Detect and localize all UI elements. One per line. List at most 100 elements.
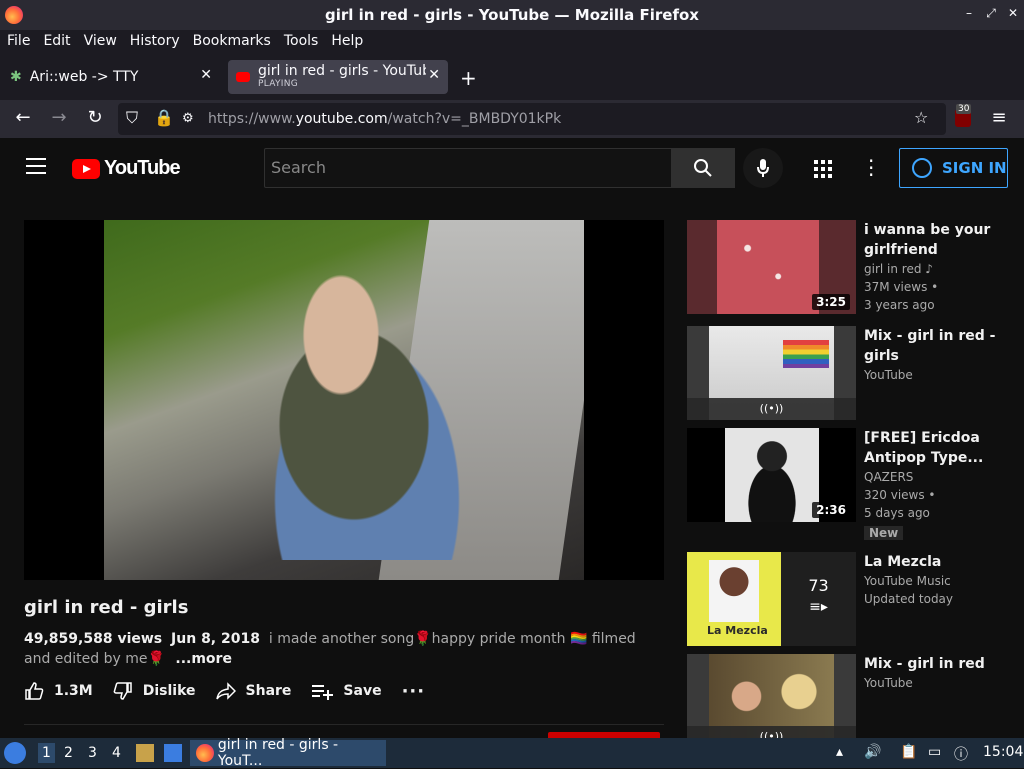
app-menu-icon[interactable]: ≡ <box>988 108 1010 128</box>
notification-icon[interactable]: ⓘ <box>954 744 968 764</box>
recommendation-item[interactable]: ((•)) Mix - girl in red - girls YouTube <box>687 326 1017 422</box>
show-more-link[interactable]: ...more <box>175 651 232 667</box>
lock-icon[interactable]: 🔒 <box>154 108 174 127</box>
reload-icon[interactable]: ↻ <box>84 108 106 128</box>
menu-view[interactable]: View <box>84 33 117 49</box>
playlist-thumbnail[interactable]: La Mezcla 73 ≡▸ <box>687 552 856 646</box>
menu-bookmarks[interactable]: Bookmarks <box>193 33 271 49</box>
video-duration: 2:36 <box>812 502 850 518</box>
video-duration: 3:25 <box>812 294 850 310</box>
channel-row <box>24 724 664 742</box>
tab-label: Ari::web -> TTY <box>29 69 139 85</box>
close-tab-icon[interactable]: ✕ <box>428 67 440 83</box>
menu-edit[interactable]: Edit <box>43 33 70 49</box>
share-icon <box>215 682 236 700</box>
shield-icon[interactable]: ⛉ <box>126 108 138 128</box>
firefox-logo-icon <box>196 744 214 762</box>
thumbs-up-icon <box>25 682 44 700</box>
more-actions-icon[interactable]: ··· <box>402 681 426 702</box>
show-desktop-icon[interactable] <box>164 744 182 762</box>
recommendation-item[interactable]: La Mezcla 73 ≡▸ La Mezcla YouTube Music … <box>687 552 1017 648</box>
close-tab-icon[interactable]: ✕ <box>200 67 212 83</box>
share-button[interactable]: Share <box>215 681 291 701</box>
minimize-icon[interactable]: – <box>962 6 976 20</box>
search-input[interactable]: Search <box>264 148 672 188</box>
channel-name[interactable]: girl in red <box>864 262 921 276</box>
permissions-icon[interactable]: ⚙ <box>182 111 194 126</box>
mix-radio-icon: ((•)) <box>687 398 856 420</box>
url-text[interactable]: https://www.youtube.com/watch?v=_BMBDY01… <box>208 111 561 127</box>
tab-label: girl in red - girls - YouTube <box>258 64 426 79</box>
save-button[interactable]: Save <box>311 681 382 701</box>
voice-search-button[interactable] <box>743 148 783 188</box>
music-note-icon: ♪ <box>925 262 933 276</box>
forward-icon[interactable]: → <box>48 108 70 128</box>
tab-youtube[interactable]: girl in red - girls - YouTube PLAYING ✕ <box>228 60 448 94</box>
close-window-icon[interactable]: ✕ <box>1006 6 1020 20</box>
video-player[interactable] <box>24 220 664 580</box>
video-frame[interactable] <box>104 220 584 580</box>
window-titlebar: girl in red - girls - YouTube — Mozilla … <box>0 0 1024 30</box>
video-thumbnail[interactable]: 2:36 <box>687 428 856 522</box>
clipboard-icon[interactable]: 📋 <box>900 744 917 760</box>
tray-updown-icon[interactable]: ▴ <box>836 744 843 760</box>
playlist-add-icon <box>312 685 334 700</box>
video-title[interactable]: Mix - girl in red - girls <box>864 326 1014 366</box>
system-taskbar: 1 2 3 4 girl in red - girls - YouT... ▴ … <box>0 737 1024 769</box>
navigation-bar: ← → ↻ ⛉ 🔒 ⚙ https://www.youtube.com/watc… <box>0 100 1024 138</box>
menu-file[interactable]: File <box>7 33 30 49</box>
upload-date: Jun 8, 2018 <box>171 631 260 647</box>
new-tab-icon[interactable]: + <box>460 66 477 90</box>
menu-history[interactable]: History <box>130 33 180 49</box>
video-title[interactable]: Mix - girl in red <box>864 654 1014 674</box>
apps-grid-icon[interactable] <box>814 160 832 178</box>
maximize-icon[interactable]: ⤢ <box>984 6 998 21</box>
workspace-4[interactable]: 4 <box>112 745 121 761</box>
bookmark-star-icon[interactable]: ☆ <box>914 108 928 127</box>
channel-name[interactable]: QAZERS <box>864 468 1014 486</box>
start-menu-icon[interactable] <box>4 742 26 764</box>
taskbar-firefox-task[interactable]: girl in red - girls - YouT... <box>190 737 386 769</box>
search-button[interactable] <box>671 148 735 188</box>
view-count: 49,859,588 views <box>24 631 163 647</box>
menu-help[interactable]: Help <box>331 33 363 49</box>
puzzle-icon: ✱ <box>10 69 22 85</box>
menu-bar: File Edit View History Bookmarks Tools H… <box>0 30 1024 52</box>
workspace-2[interactable]: 2 <box>64 745 73 761</box>
playlist-title[interactable]: La Mezcla <box>864 552 1014 572</box>
channel-name: YouTube Music <box>864 574 951 588</box>
view-count: 320 views • <box>864 488 936 502</box>
recommendation-item[interactable]: 2:36 [FREE] Ericdoa Antipop Type... QAZE… <box>687 428 1017 548</box>
youtube-play-icon <box>72 158 100 179</box>
thumbnail-label: La Mezcla <box>707 624 768 637</box>
microphone-icon <box>757 159 769 177</box>
user-icon <box>912 158 932 178</box>
hamburger-menu-icon[interactable] <box>26 158 46 179</box>
settings-more-icon[interactable]: · · · <box>868 151 874 185</box>
video-description[interactable]: 49,859,588 views Jun 8, 2018 i made anot… <box>24 629 644 669</box>
recommendation-item[interactable]: 3:25 i wanna be your girlfriend girl in … <box>687 220 1017 316</box>
recommendation-item[interactable]: ((•)) Mix - girl in red YouTube <box>687 654 1017 738</box>
window-title: girl in red - girls - YouTube — Mozilla … <box>325 6 699 24</box>
url-bar[interactable]: ⛉ 🔒 ⚙ https://www.youtube.com/watch?v=_B… <box>118 103 946 135</box>
back-icon[interactable]: ← <box>12 108 34 128</box>
volume-icon[interactable]: 🔊 <box>864 744 881 760</box>
mix-thumbnail[interactable]: ((•)) <box>687 654 856 738</box>
playlist-icon: ≡▸ <box>809 599 828 615</box>
dislike-button[interactable]: Dislike <box>113 681 196 701</box>
file-manager-icon[interactable] <box>136 744 154 762</box>
like-button[interactable]: 1.3M <box>24 681 93 701</box>
network-icon[interactable]: ▭ <box>928 744 941 760</box>
video-title[interactable]: i wanna be your girlfriend <box>864 220 1014 260</box>
tab-ari-web[interactable]: ✱ Ari::web -> TTY ✕ <box>4 60 220 94</box>
channel-name: YouTube <box>864 676 913 690</box>
sign-in-button[interactable]: SIGN IN <box>899 148 1008 188</box>
video-thumbnail[interactable]: 3:25 <box>687 220 856 314</box>
video-title[interactable]: [FREE] Ericdoa Antipop Type... <box>864 428 1014 468</box>
workspace-1[interactable]: 1 <box>38 743 55 763</box>
youtube-logo[interactable]: YouTube <box>72 157 181 180</box>
workspace-3[interactable]: 3 <box>88 745 97 761</box>
menu-tools[interactable]: Tools <box>284 33 319 49</box>
new-badge: New <box>864 526 904 540</box>
mix-thumbnail[interactable]: ((•)) <box>687 326 856 420</box>
